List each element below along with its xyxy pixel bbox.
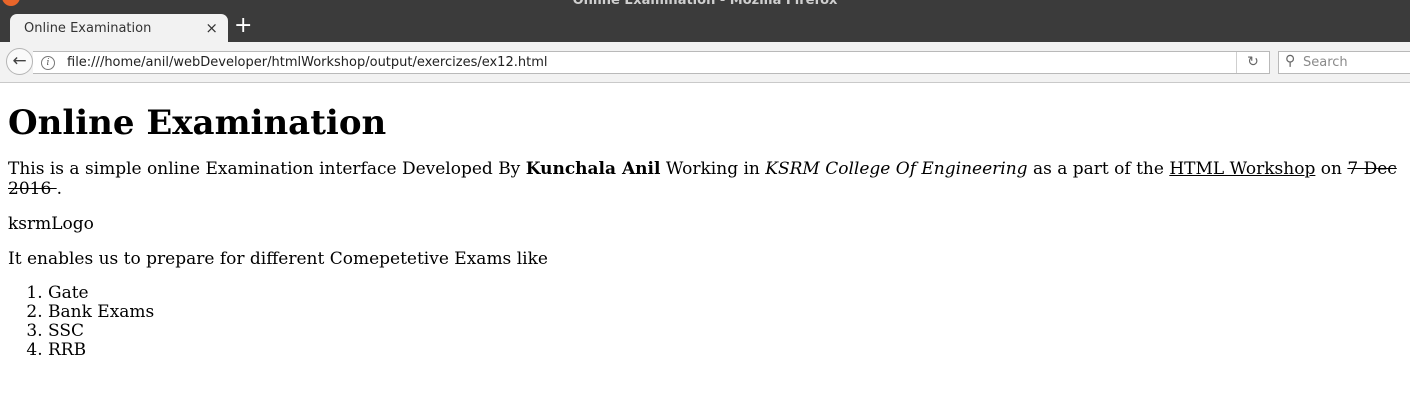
intro-prefix: This is a simple online Examination inte… <box>8 159 526 179</box>
info-icon[interactable]: i <box>41 56 55 70</box>
author-name: Kunchala Anil <box>525 159 661 179</box>
intro-on: on <box>1315 159 1348 179</box>
intro-working-in: Working in <box>660 159 766 179</box>
url-text[interactable]: file:///home/anil/webDeveloper/htmlWorks… <box>67 55 547 70</box>
list-item: SSC <box>48 322 1402 341</box>
college-name: KSRM College Of Engineering <box>765 159 1028 179</box>
search-input[interactable]: ⚲ Search <box>1278 51 1410 74</box>
exams-intro: It enables us to prepare for different C… <box>8 249 548 269</box>
intro-part-of: as a part of the <box>1027 159 1170 179</box>
back-button[interactable]: ← <box>6 48 33 75</box>
navigation-bar: ← i file:///home/anil/webDeveloper/htmlW… <box>0 42 1410 83</box>
back-arrow-icon: ← <box>12 51 27 71</box>
list-item: RRB <box>48 341 1402 360</box>
search-placeholder: Search <box>1303 55 1348 70</box>
list-item: Bank Exams <box>48 303 1402 322</box>
url-bar[interactable]: i file:///home/anil/webDeveloper/htmlWor… <box>33 51 1270 74</box>
list-item: Gate <box>48 284 1402 303</box>
logo-alt-text: ksrmLogo <box>8 214 94 234</box>
new-tab-button[interactable]: + <box>234 15 252 37</box>
title-bar: Online Examination - Mozilla Firefox Onl… <box>0 0 1410 42</box>
close-tab-icon[interactable]: × <box>205 19 218 37</box>
exam-list: Gate Bank Exams SSC RRB <box>8 284 1402 360</box>
page-content: Online Examination This is a simple onli… <box>0 103 1410 360</box>
tab-title: Online Examination <box>24 21 152 36</box>
workshop-link[interactable]: HTML Workshop <box>1169 159 1315 179</box>
page-heading: Online Examination <box>8 103 387 143</box>
intro-paragraph: This is a simple online Examination inte… <box>8 159 1402 199</box>
reload-icon[interactable]: ↻ <box>1236 52 1269 73</box>
intro-period: . <box>56 179 63 199</box>
tab-online-examination[interactable]: Online Examination × <box>10 14 228 42</box>
search-icon: ⚲ <box>1285 53 1296 69</box>
window-title: Online Examination - Mozilla Firefox <box>572 0 838 8</box>
